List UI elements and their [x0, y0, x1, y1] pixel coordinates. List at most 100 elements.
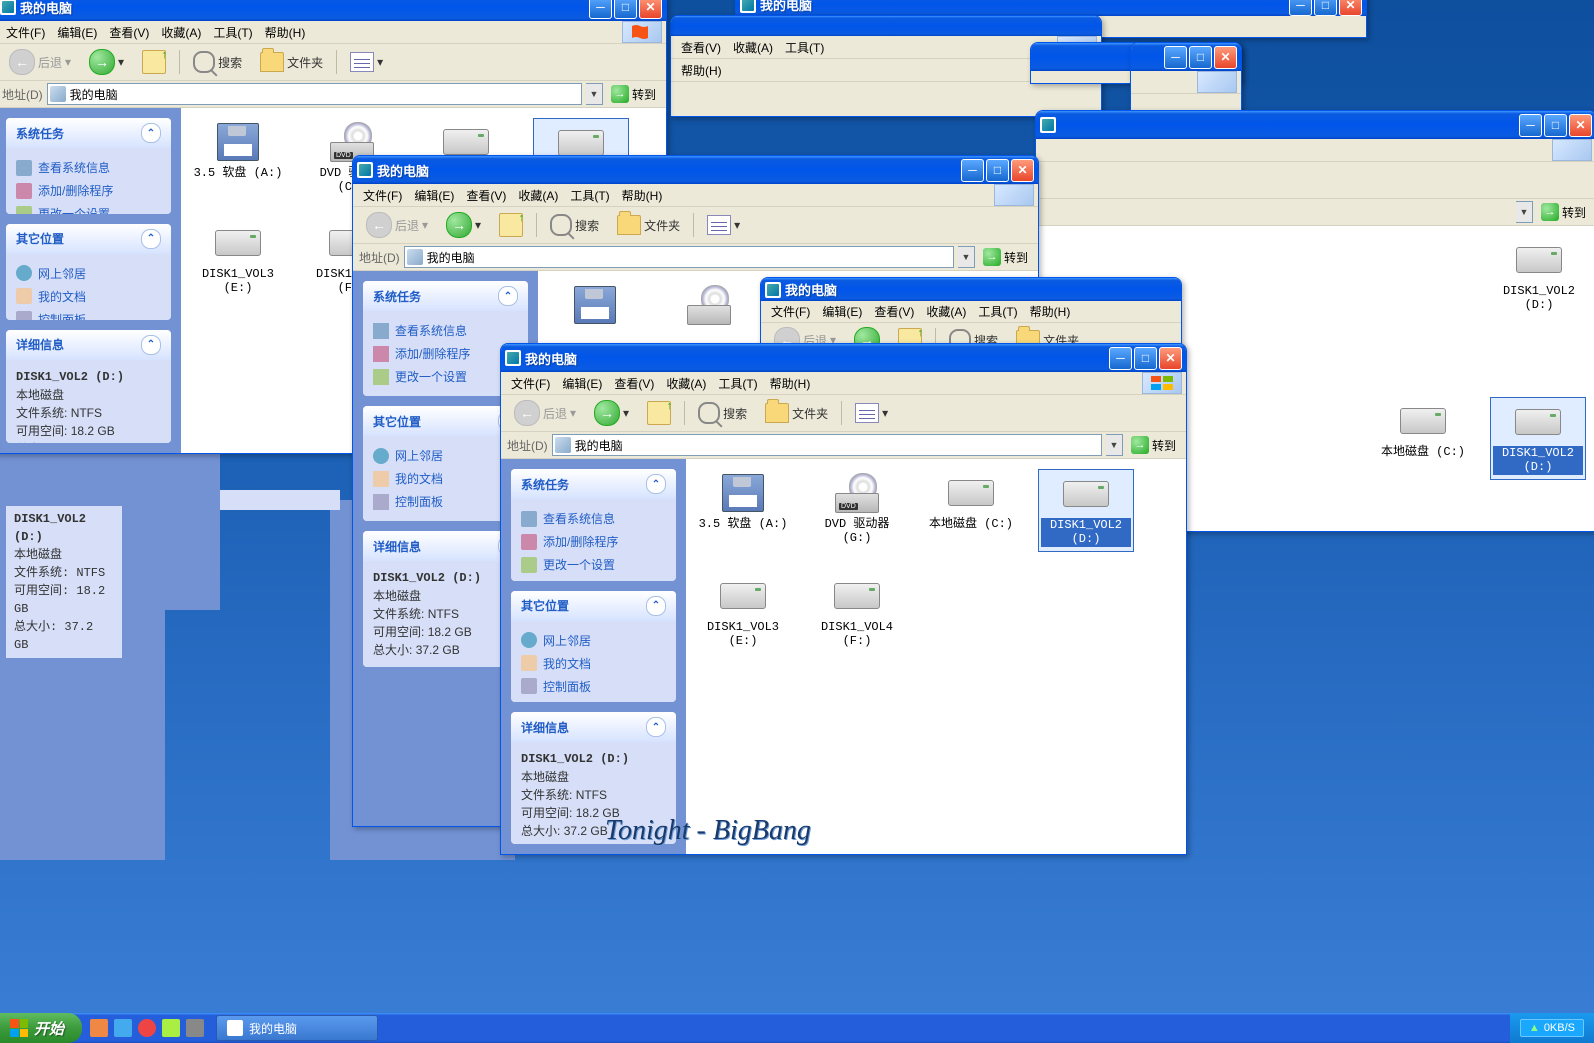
close-button[interactable]: ✕ — [1569, 114, 1592, 137]
view-sysinfo-link[interactable]: 查看系统信息 — [521, 507, 666, 530]
address-input[interactable]: 我的电脑 — [552, 434, 1102, 456]
dvd-drive[interactable]: DVDDVD 驱动器 (G:) — [810, 469, 904, 552]
minimize-button[interactable]: ─ — [1109, 347, 1132, 370]
start-button[interactable]: 开始 — [0, 1013, 82, 1043]
collapse-icon[interactable]: ⌃ — [646, 717, 666, 737]
menu-file[interactable]: 文件(F) — [0, 22, 51, 43]
add-remove-programs-link[interactable]: 添加/删除程序 — [373, 342, 518, 365]
folders-button[interactable]: 文件夹 — [610, 211, 687, 239]
ql-item-4-icon[interactable] — [162, 1019, 180, 1037]
view-sysinfo-link[interactable]: 查看系统信息 — [373, 319, 518, 342]
menu-edit[interactable]: 编辑(E) — [408, 185, 460, 206]
minimize-button[interactable]: ─ — [961, 159, 984, 182]
views-button[interactable]: ▾ — [343, 48, 390, 76]
menu-tools[interactable]: 工具(T) — [712, 373, 763, 394]
up-button[interactable] — [135, 46, 173, 78]
local-disk-c[interactable]: 本地磁盘 (C:) — [924, 469, 1018, 552]
forward-button[interactable]: → ▾ — [587, 396, 636, 430]
menu-edit[interactable]: 编辑(E) — [51, 22, 103, 43]
disk-vol4[interactable]: DISK1_VOL4 (F:) — [810, 572, 904, 653]
maximize-button[interactable]: □ — [1134, 347, 1157, 370]
floppy-drive[interactable]: 3.5 软盘 (A:) — [191, 118, 285, 199]
forward-button[interactable]: → ▾ — [82, 45, 131, 79]
go-button[interactable]: →转到 — [1537, 201, 1590, 223]
search-button[interactable]: 搜索 — [691, 398, 754, 428]
menu-view[interactable]: 查看(V) — [608, 373, 660, 394]
forward-button[interactable]: → ▾ — [439, 208, 488, 242]
ql-show-desktop-icon[interactable] — [186, 1019, 204, 1037]
network-places-link[interactable]: 网上邻居 — [16, 262, 161, 285]
change-setting-link[interactable]: 更改一个设置 — [16, 202, 161, 214]
collapse-icon[interactable]: ⌃ — [141, 335, 161, 355]
floppy-drive[interactable] — [548, 281, 642, 333]
ql-item-2-icon[interactable] — [114, 1019, 132, 1037]
network-speed-indicator[interactable]: ▲0KB/S — [1520, 1019, 1584, 1037]
search-button[interactable]: 搜索 — [543, 210, 606, 240]
back-button[interactable]: ←后退 ▾ — [359, 208, 435, 242]
menu-fav[interactable]: 收藏(A) — [660, 373, 712, 394]
minimize-button[interactable]: ─ — [1519, 114, 1542, 137]
close-button[interactable]: ✕ — [639, 0, 662, 19]
network-places-link[interactable]: 网上邻居 — [521, 629, 666, 652]
views-button[interactable]: ▾ — [700, 211, 747, 239]
menu-view[interactable]: 查看(V) — [460, 185, 512, 206]
collapse-icon[interactable]: ⌃ — [646, 596, 666, 616]
floppy-drive[interactable]: 3.5 软盘 (A:) — [696, 469, 790, 552]
menu-file[interactable]: 文件(F) — [505, 373, 556, 394]
address-dropdown[interactable]: ▼ — [958, 246, 975, 268]
up-button[interactable] — [492, 209, 530, 241]
local-disk-c[interactable]: 本地磁盘 (C:) — [1376, 397, 1470, 480]
folders-button[interactable]: 文件夹 — [253, 48, 330, 76]
collapse-icon[interactable]: ⌃ — [646, 474, 666, 494]
address-dropdown[interactable]: ▼ — [1106, 434, 1123, 456]
change-setting-link[interactable]: 更改一个设置 — [521, 553, 666, 576]
change-setting-link[interactable]: 更改一个设置 — [373, 365, 518, 388]
disk-vol2-selected[interactable]: DISK1_VOL2 (D:) — [1038, 469, 1134, 552]
system-tray[interactable]: ▲0KB/S — [1510, 1013, 1594, 1043]
menu-bar[interactable]: 文件(F) 编辑(E) 查看(V) 收藏(A) 工具(T) 帮助(H) — [0, 21, 666, 44]
collapse-icon[interactable]: ⌃ — [141, 123, 161, 143]
menu-view[interactable]: 查看(V) — [103, 22, 155, 43]
dvd-drive[interactable] — [662, 281, 756, 333]
ql-item-1-icon[interactable] — [90, 1019, 108, 1037]
control-panel-link[interactable]: 控制面板 — [16, 308, 161, 320]
control-panel-link[interactable]: 控制面板 — [373, 490, 518, 513]
view-sysinfo-link[interactable]: 查看系统信息 — [16, 156, 161, 179]
search-button[interactable]: 搜索 — [186, 47, 249, 77]
menu-help[interactable]: 帮助(H) — [259, 22, 312, 43]
my-documents-link[interactable]: 我的文档 — [373, 467, 518, 490]
back-button[interactable]: ←后退 ▾ — [507, 396, 583, 430]
local-disk[interactable]: DISK1_VOL2 (D:) — [1492, 236, 1586, 317]
disk-vol3[interactable]: DISK1_VOL3 (E:) — [191, 219, 285, 300]
maximize-button[interactable]: □ — [986, 159, 1009, 182]
address-dropdown[interactable]: ▼ — [586, 83, 603, 105]
address-input[interactable]: 我的电脑 — [404, 246, 954, 268]
control-panel-link[interactable]: 控制面板 — [521, 675, 666, 698]
menu-tools[interactable]: 工具(T) — [207, 22, 258, 43]
go-button[interactable]: →转到 — [979, 246, 1032, 268]
go-button[interactable]: →转到 — [607, 83, 660, 105]
disk-vol2-selected[interactable]: DISK1_VOL2 (D:) — [1490, 397, 1586, 480]
collapse-icon[interactable]: ⌃ — [141, 229, 161, 249]
my-documents-link[interactable]: 我的文档 — [521, 652, 666, 675]
menu-fav[interactable]: 收藏(A) — [155, 22, 207, 43]
folders-button[interactable]: 文件夹 — [758, 399, 835, 427]
add-remove-programs-link[interactable]: 添加/删除程序 — [16, 179, 161, 202]
back-button[interactable]: ←后退 ▾ — [2, 45, 78, 79]
close-button[interactable]: ✕ — [1011, 159, 1034, 182]
minimize-button[interactable]: ─ — [589, 0, 612, 19]
menu-tools[interactable]: 工具(T) — [564, 185, 615, 206]
menu-help[interactable]: 帮助(H) — [764, 373, 817, 394]
menu-bar[interactable]: 文件(F) 编辑(E) 查看(V) 收藏(A) 工具(T) 帮助(H) — [501, 372, 1186, 395]
maximize-button[interactable]: □ — [1544, 114, 1567, 137]
ql-item-3-icon[interactable] — [138, 1019, 156, 1037]
taskbar-task-mycomputer[interactable]: 我的电脑 — [216, 1015, 378, 1041]
add-remove-programs-link[interactable]: 添加/删除程序 — [521, 530, 666, 553]
address-input[interactable]: 我的电脑 — [47, 83, 582, 105]
go-button[interactable]: →转到 — [1127, 434, 1180, 456]
maximize-button[interactable]: □ — [614, 0, 637, 19]
disk-vol3[interactable]: DISK1_VOL3 (E:) — [696, 572, 790, 653]
menu-edit[interactable]: 编辑(E) — [556, 373, 608, 394]
address-dropdown[interactable]: ▼ — [1516, 201, 1533, 223]
up-button[interactable] — [640, 397, 678, 429]
